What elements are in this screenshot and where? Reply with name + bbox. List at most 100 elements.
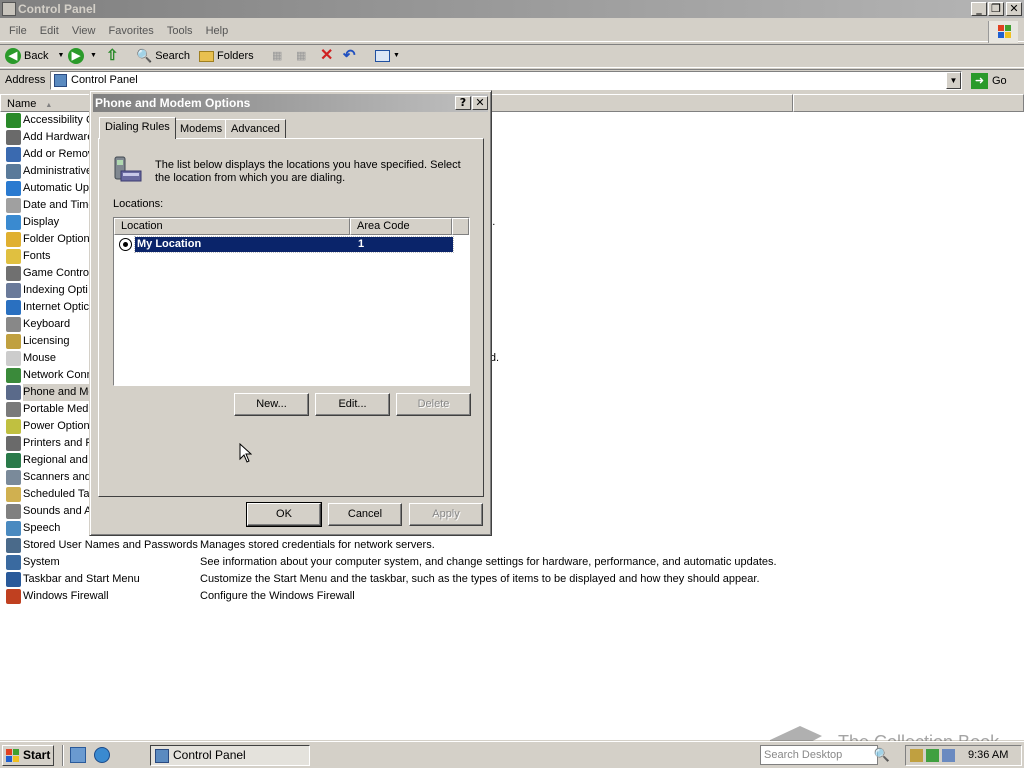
minimize-button[interactable]: _: [971, 2, 987, 16]
show-desktop-icon[interactable]: [70, 747, 86, 763]
windows-logo-icon: [988, 21, 1018, 43]
list-item-name: Sounds and A: [23, 505, 92, 517]
forward-button[interactable]: ▶ ▼: [68, 45, 97, 67]
tab-advanced[interactable]: Advanced: [225, 119, 286, 139]
dialog-title: Phone and Modem Options: [95, 96, 251, 110]
list-item-name: Keyboard: [23, 318, 71, 330]
go-label: Go: [992, 74, 1007, 87]
undo-button[interactable]: ↶: [343, 45, 356, 67]
internet-explorer-icon[interactable]: [94, 747, 110, 763]
delete-button[interactable]: ✕: [320, 45, 333, 67]
locations-listview[interactable]: Location Area Code My Location 1: [113, 217, 470, 386]
phone-modem-dialog: Phone and Modem Options ? ✕ Dialing Rule…: [89, 90, 492, 536]
tab-modems[interactable]: Modems: [174, 119, 229, 139]
menu-edit[interactable]: Edit: [35, 22, 64, 40]
folders-button[interactable]: Folders: [199, 45, 254, 67]
views-button[interactable]: ▼: [375, 45, 400, 67]
column-header-blank[interactable]: [793, 94, 1024, 112]
up-folder-button[interactable]: ⇧: [106, 45, 119, 67]
control-panel-item-icon: [6, 317, 21, 332]
list-item[interactable]: Stored User Names and Passwords Manages s…: [0, 537, 1024, 554]
desktop-search-input[interactable]: Search Desktop: [760, 745, 878, 765]
forward-dropdown-icon[interactable]: ▼: [90, 45, 97, 67]
delete-location-button[interactable]: Delete: [396, 393, 471, 416]
list-item-name: Internet Optic: [23, 301, 90, 313]
list-item-name: Add or Remov: [23, 148, 94, 160]
list-item-name: Power Option: [23, 420, 90, 432]
dialog-close-button[interactable]: ✕: [472, 96, 488, 110]
search-icon: 🔍: [136, 48, 153, 63]
start-button[interactable]: Start: [2, 745, 54, 766]
control-panel-item-icon: [6, 249, 21, 264]
back-arrow-icon: ◀: [5, 48, 21, 64]
control-panel-item-icon: [6, 538, 21, 553]
folders-label: Folders: [217, 50, 254, 62]
list-item-name: Add Hardware: [23, 131, 94, 143]
delete-x-icon: ✕: [320, 47, 334, 64]
go-button[interactable]: ➜ Go: [968, 71, 1020, 90]
address-input[interactable]: Control Panel: [50, 71, 962, 90]
edit-location-button[interactable]: Edit...: [315, 393, 390, 416]
ok-button[interactable]: OK: [246, 502, 322, 527]
apply-button[interactable]: Apply: [409, 503, 483, 526]
list-item-name: Speech: [23, 522, 61, 534]
control-panel-item-icon: [6, 181, 21, 196]
list-item-name: Mouse: [23, 352, 57, 364]
control-panel-item-icon: [6, 572, 21, 587]
column-filler: [452, 218, 469, 235]
intro-text: The list below displays the locations yo…: [155, 159, 461, 184]
list-item-description: Manages stored credentials for network s…: [200, 539, 435, 551]
control-panel-item-icon: [6, 232, 21, 247]
help-button[interactable]: ?: [455, 96, 471, 110]
list-item[interactable]: Windows Firewall Configure the Windows Fi…: [0, 588, 1024, 605]
close-button[interactable]: ✕: [1006, 2, 1022, 16]
move-to-button[interactable]: ▦: [272, 45, 282, 67]
taskbar-control-panel[interactable]: Control Panel: [150, 745, 310, 766]
list-item-name: Phone and Mo: [23, 384, 95, 401]
search-button[interactable]: 🔍 Search: [136, 45, 190, 67]
quicklaunch-divider: [62, 745, 64, 766]
control-panel-item-icon: [6, 215, 21, 230]
back-button[interactable]: ◀ Back ▼: [5, 45, 64, 67]
list-item-name: Regional and: [23, 454, 88, 466]
tab-dialing-rules[interactable]: Dialing Rules: [99, 117, 176, 139]
radio-selected-icon: [119, 238, 132, 251]
location-row[interactable]: My Location 1: [118, 236, 454, 253]
taskbar-control-panel-icon: [155, 749, 169, 763]
list-item[interactable]: System See information about your compute…: [0, 554, 1024, 571]
cancel-button[interactable]: Cancel: [328, 503, 402, 526]
control-panel-item-icon: [6, 419, 21, 434]
address-dropdown-button[interactable]: ▼: [946, 72, 961, 89]
list-item-name: Portable Medi: [23, 403, 91, 415]
tray-icon-2[interactable]: [926, 749, 939, 762]
mouse-cursor-icon: [239, 442, 253, 467]
tray-icon-3[interactable]: [942, 749, 955, 762]
control-panel-item-icon: [6, 198, 21, 213]
column-name-label: Name: [7, 98, 37, 110]
menu-help[interactable]: Help: [201, 22, 234, 40]
copy-to-button[interactable]: ▦: [296, 45, 306, 67]
list-item-name: Taskbar and Start Menu: [23, 573, 140, 585]
menu-tools[interactable]: Tools: [162, 22, 198, 40]
new-location-button[interactable]: New...: [234, 393, 309, 416]
list-item[interactable]: Taskbar and Start Menu Customize the Star…: [0, 571, 1024, 588]
menu-favorites[interactable]: Favorites: [104, 22, 159, 40]
menu-view[interactable]: View: [67, 22, 101, 40]
column-area-code[interactable]: Area Code: [350, 218, 452, 235]
list-item-name: Automatic Up: [23, 182, 90, 194]
clock[interactable]: 9:36 AM: [968, 746, 1008, 765]
restore-button[interactable]: ❐: [988, 2, 1004, 16]
phone-icon: [113, 153, 147, 187]
control-panel-item-icon: [6, 300, 21, 315]
views-icon: [375, 50, 390, 62]
sort-ascending-icon: ▲: [45, 102, 53, 109]
column-location[interactable]: Location: [114, 218, 350, 235]
control-panel-item-icon: [6, 368, 21, 383]
list-item-name: Scanners and: [23, 471, 91, 483]
list-item-description: Configure the Windows Firewall: [200, 590, 355, 602]
back-dropdown-icon[interactable]: ▼: [57, 45, 64, 67]
tray-icon-1[interactable]: [910, 749, 923, 762]
move-to-icon: ▦: [272, 50, 283, 62]
menu-file[interactable]: File: [4, 22, 32, 40]
desktop-search-icon[interactable]: 🔍: [872, 745, 892, 765]
